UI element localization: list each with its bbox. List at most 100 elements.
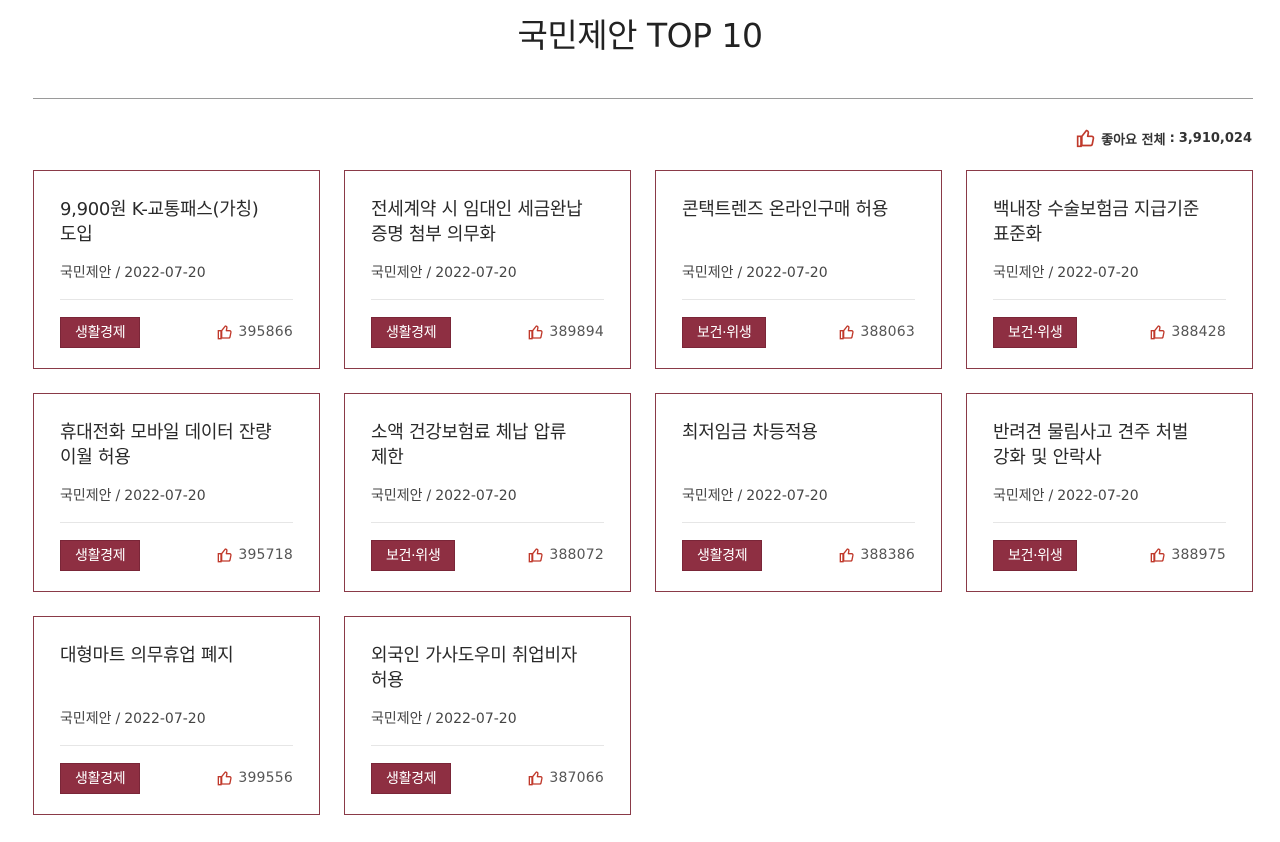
card-footer: 보건·위생 388063	[682, 316, 915, 348]
thumbs-up-icon	[839, 324, 855, 340]
proposal-title[interactable]: 외국인 가사도우미 취업비자 허용	[371, 643, 604, 693]
category-badge[interactable]: 생활경제	[371, 762, 452, 794]
proposal-title[interactable]: 최저임금 차등적용	[682, 420, 915, 470]
proposal-meta: 국민제안/2022-07-20	[60, 709, 293, 729]
like-count[interactable]: 395866	[217, 324, 293, 340]
like-count-value: 387066	[549, 770, 604, 786]
proposal-card[interactable]: 반려견 물림사고 견주 처벌 강화 및 안락사 국민제안/2022-07-20 …	[966, 393, 1253, 592]
like-count[interactable]: 387066	[528, 770, 604, 786]
card-divider	[60, 299, 293, 300]
card-divider	[60, 745, 293, 746]
meta-separator: /	[115, 265, 121, 281]
thumbs-up-icon	[217, 324, 233, 340]
meta-separator: /	[115, 488, 121, 504]
proposal-meta: 국민제안/2022-07-20	[60, 263, 293, 283]
card-footer: 생활경제 389894	[371, 316, 604, 348]
proposal-title[interactable]: 소액 건강보험료 체납 압류 제한	[371, 420, 604, 470]
proposal-meta: 국민제안/2022-07-20	[371, 486, 604, 506]
like-count-value: 388386	[860, 547, 915, 563]
thumbs-up-icon	[1150, 547, 1166, 563]
card-divider	[993, 299, 1226, 300]
card-divider	[371, 299, 604, 300]
proposal-title[interactable]: 전세계약 시 임대인 세금완납 증명 첨부 의무화	[371, 197, 604, 247]
proposal-card[interactable]: 외국인 가사도우미 취업비자 허용 국민제안/2022-07-20 생활경제 3…	[344, 616, 631, 815]
thumbs-up-icon	[1150, 324, 1166, 340]
proposal-source: 국민제안	[682, 488, 734, 504]
total-likes-label: 좋아요 전체	[1101, 132, 1166, 148]
meta-separator: /	[737, 265, 743, 281]
category-badge[interactable]: 보건·위생	[993, 316, 1078, 348]
proposal-title[interactable]: 휴대전화 모바일 데이터 잔량 이월 허용	[60, 420, 293, 470]
like-count-value: 388063	[860, 324, 915, 340]
thumbs-up-icon	[528, 547, 544, 563]
category-badge[interactable]: 생활경제	[60, 539, 141, 571]
thumbs-up-icon	[528, 324, 544, 340]
meta-separator: /	[426, 711, 432, 727]
like-count-value: 395866	[238, 324, 293, 340]
page-title: 국민제안 TOP 10	[517, 16, 763, 55]
like-count[interactable]: 388386	[839, 547, 915, 563]
proposal-meta: 국민제안/2022-07-20	[993, 263, 1226, 283]
card-footer: 보건·위생 388975	[993, 539, 1226, 571]
proposal-card[interactable]: 콘택트렌즈 온라인구매 허용 국민제안/2022-07-20 보건·위생 388…	[655, 170, 942, 369]
proposal-date: 2022-07-20	[746, 265, 828, 281]
card-footer: 생활경제 387066	[371, 762, 604, 794]
total-likes-value: 3,910,024	[1178, 130, 1252, 146]
like-count[interactable]: 389894	[528, 324, 604, 340]
like-count[interactable]: 388975	[1150, 547, 1226, 563]
like-count-value: 388975	[1171, 547, 1226, 563]
proposal-date: 2022-07-20	[1057, 488, 1139, 504]
proposal-title[interactable]: 콘택트렌즈 온라인구매 허용	[682, 197, 915, 247]
proposal-card[interactable]: 소액 건강보험료 체납 압류 제한 국민제안/2022-07-20 보건·위생 …	[344, 393, 631, 592]
card-divider	[682, 522, 915, 523]
card-divider	[60, 522, 293, 523]
category-badge[interactable]: 보건·위생	[682, 316, 767, 348]
meta-separator: /	[1048, 488, 1054, 504]
category-badge[interactable]: 생활경제	[60, 316, 141, 348]
thumbs-up-icon	[217, 770, 233, 786]
category-badge[interactable]: 생활경제	[682, 539, 763, 571]
card-divider	[993, 522, 1226, 523]
proposal-date: 2022-07-20	[435, 711, 517, 727]
proposal-card[interactable]: 휴대전화 모바일 데이터 잔량 이월 허용 국민제안/2022-07-20 생활…	[33, 393, 320, 592]
like-count-value: 388072	[549, 547, 604, 563]
category-badge[interactable]: 생활경제	[60, 762, 141, 794]
proposal-source: 국민제안	[60, 711, 112, 727]
proposal-meta: 국민제안/2022-07-20	[60, 486, 293, 506]
proposal-card[interactable]: 9,900원 K-교통패스(가칭) 도입 국민제안/2022-07-20 생활경…	[33, 170, 320, 369]
card-footer: 생활경제 399556	[60, 762, 293, 794]
proposal-card[interactable]: 대형마트 의무휴업 폐지 국민제안/2022-07-20 생활경제 399556	[33, 616, 320, 815]
proposal-title[interactable]: 백내장 수술보험금 지급기준 표준화	[993, 197, 1226, 247]
proposal-card[interactable]: 최저임금 차등적용 국민제안/2022-07-20 생활경제 388386	[655, 393, 942, 592]
title-divider	[33, 98, 1253, 99]
proposal-card[interactable]: 백내장 수술보험금 지급기준 표준화 국민제안/2022-07-20 보건·위생…	[966, 170, 1253, 369]
proposal-meta: 국민제안/2022-07-20	[682, 263, 915, 283]
like-count-value: 395718	[238, 547, 293, 563]
proposal-source: 국민제안	[371, 265, 423, 281]
thumbs-up-icon	[217, 547, 233, 563]
proposal-meta: 국민제안/2022-07-20	[993, 486, 1226, 506]
like-count-value: 388428	[1171, 324, 1226, 340]
proposal-title[interactable]: 반려견 물림사고 견주 처벌 강화 및 안락사	[993, 420, 1226, 470]
proposal-card[interactable]: 전세계약 시 임대인 세금완납 증명 첨부 의무화 국민제안/2022-07-2…	[344, 170, 631, 369]
proposal-title[interactable]: 대형마트 의무휴업 폐지	[60, 643, 293, 693]
like-count[interactable]: 395718	[217, 547, 293, 563]
proposal-source: 국민제안	[993, 488, 1045, 504]
like-count[interactable]: 388428	[1150, 324, 1226, 340]
category-badge[interactable]: 보건·위생	[371, 539, 456, 571]
meta-separator: /	[426, 488, 432, 504]
total-likes-separator: :	[1169, 130, 1175, 146]
like-count[interactable]: 399556	[217, 770, 293, 786]
like-count[interactable]: 388063	[839, 324, 915, 340]
card-footer: 생활경제 395866	[60, 316, 293, 348]
thumbs-up-icon	[528, 770, 544, 786]
meta-separator: /	[426, 265, 432, 281]
card-footer: 보건·위생 388072	[371, 539, 604, 571]
proposal-source: 국민제안	[371, 711, 423, 727]
thumbs-up-icon	[839, 547, 855, 563]
proposal-title[interactable]: 9,900원 K-교통패스(가칭) 도입	[60, 197, 293, 247]
category-badge[interactable]: 생활경제	[371, 316, 452, 348]
like-count[interactable]: 388072	[528, 547, 604, 563]
category-badge[interactable]: 보건·위생	[993, 539, 1078, 571]
card-footer: 생활경제 395718	[60, 539, 293, 571]
